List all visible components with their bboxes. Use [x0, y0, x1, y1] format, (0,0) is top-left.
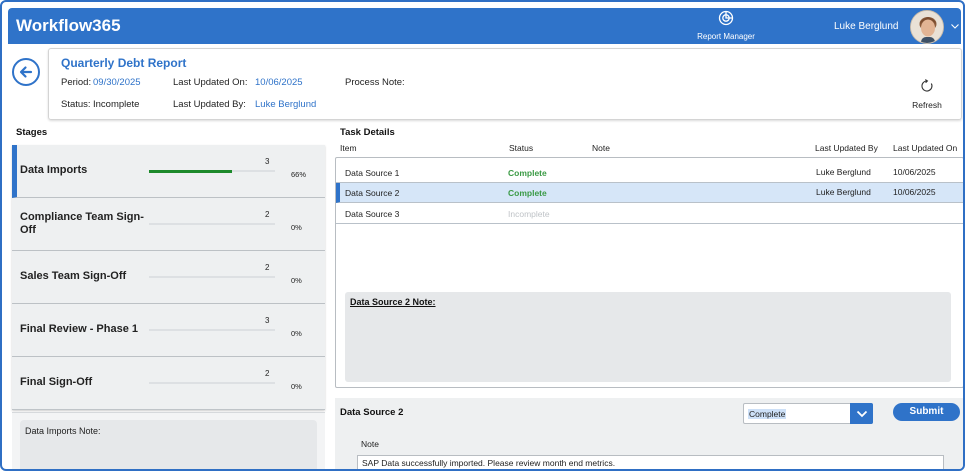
stage-final-review-phase-1[interactable]: Final Review - Phase 1 3 0%	[12, 304, 325, 357]
column-header-status: Status	[509, 143, 534, 153]
chevron-down-icon	[856, 410, 867, 417]
stage-percent: 0%	[291, 223, 302, 232]
top-bar: Workflow365 Report Manager Luke Berglund	[8, 8, 961, 44]
report-manager-icon	[718, 10, 734, 26]
last-updated-on-value: 10/06/2025	[255, 77, 303, 88]
report-header-card: Quarterly Debt Report Period: 09/30/2025…	[48, 48, 962, 120]
status-dropdown[interactable]: Complete	[743, 403, 873, 424]
stage-progress-bar	[149, 329, 275, 331]
table-row[interactable]: Data Source 1 Complete Luke Berglund 10/…	[336, 163, 963, 183]
form-title: Data Source 2	[340, 407, 404, 418]
task-item: Data Source 3	[345, 209, 400, 219]
dropdown-toggle[interactable]	[850, 403, 873, 424]
stage-progress-bar	[149, 276, 275, 278]
stage-name: Final Sign-Off	[20, 376, 93, 388]
app-title: Workflow365	[16, 16, 121, 35]
column-header-last-updated-by: Last Updated By	[815, 143, 878, 153]
avatar-image	[911, 11, 943, 43]
column-header-last-updated-on: Last Updated On	[893, 143, 958, 153]
task-details-title: Task Details	[340, 127, 395, 138]
stages-title: Stages	[16, 127, 48, 138]
stage-count: 3	[265, 316, 270, 325]
task-status: Incomplete	[508, 209, 550, 219]
stage-final-sign-off[interactable]: Final Sign-Off 2 0%	[12, 357, 325, 410]
stage-progress-fill	[149, 170, 233, 173]
report-manager-button[interactable]: Report Manager	[694, 10, 758, 41]
stage-note-field[interactable]: Data Imports Note:	[20, 420, 317, 469]
status-label: Status:	[61, 99, 91, 110]
stage-compliance-team-sign-off[interactable]: Compliance Team Sign-Off 2 0%	[12, 198, 325, 251]
app-window: Workflow365 Report Manager Luke Berglund	[0, 0, 965, 471]
task-last-updated-on: 10/06/2025	[893, 167, 936, 177]
last-updated-by-label: Last Updated By:	[173, 99, 246, 110]
stage-percent: 66%	[291, 170, 307, 179]
note-input[interactable]	[357, 455, 944, 469]
stage-name: Sales Team Sign-Off	[20, 270, 127, 282]
stage-sales-team-sign-off[interactable]: Sales Team Sign-Off 2 0%	[12, 251, 325, 304]
submit-button[interactable]: Submit	[893, 403, 960, 421]
task-update-form: Data Source 2 Complete Submit Note	[335, 398, 963, 469]
task-last-updated-by: Luke Berglund	[816, 167, 871, 177]
stage-progress-bar	[149, 170, 275, 173]
stage-note-panel: Data Imports Note:	[12, 412, 325, 469]
task-item: Data Source 1	[345, 168, 400, 178]
refresh-icon	[921, 79, 933, 92]
stage-count: 2	[265, 263, 270, 272]
refresh-button[interactable]: Refresh	[911, 79, 943, 110]
task-last-updated-on: 10/06/2025	[893, 187, 936, 197]
stage-name: Compliance Team Sign-Off	[20, 211, 144, 236]
report-manager-label: Report Manager	[697, 32, 755, 41]
column-header-item: Item	[340, 143, 357, 153]
stages-list: Data Imports 3 66% Compliance Team Sign-…	[12, 142, 325, 412]
task-last-updated-by: Luke Berglund	[816, 187, 871, 197]
avatar[interactable]	[910, 10, 944, 44]
last-updated-on-label: Last Updated On:	[173, 77, 248, 88]
column-header-note: Note	[592, 143, 610, 153]
arrow-left-icon	[19, 66, 33, 78]
stage-data-imports[interactable]: Data Imports 3 66%	[12, 145, 325, 198]
stage-progress-bar	[149, 223, 275, 225]
task-status: Complete	[508, 188, 547, 198]
report-title: Quarterly Debt Report	[61, 56, 187, 70]
status-dropdown-value: Complete	[748, 409, 787, 419]
stage-percent: 0%	[291, 329, 302, 338]
stage-name: Final Review - Phase 1	[20, 323, 138, 335]
status-value: Incomplete	[93, 99, 140, 110]
task-table-header: Item Status Note Last Updated By Last Up…	[340, 143, 962, 157]
chevron-down-icon[interactable]	[950, 21, 960, 31]
stage-percent: 0%	[291, 382, 302, 391]
stage-count: 3	[265, 157, 270, 166]
stage-count: 2	[265, 369, 270, 378]
task-note-title: Data Source 2 Note:	[350, 297, 436, 307]
table-row[interactable]: Data Source 2 Complete Luke Berglund 10/…	[336, 183, 963, 203]
task-status: Complete	[508, 168, 547, 178]
user-name: Luke Berglund	[834, 21, 899, 32]
task-table: Data Source 1 Complete Luke Berglund 10/…	[335, 157, 963, 388]
note-label: Note	[361, 439, 379, 449]
refresh-label: Refresh	[912, 100, 942, 110]
stage-name: Data Imports	[20, 164, 88, 176]
back-button[interactable]	[12, 58, 40, 86]
period-label: Period:	[61, 77, 92, 88]
stage-count: 2	[265, 210, 270, 219]
task-item: Data Source 2	[345, 188, 400, 198]
stage-percent: 0%	[291, 276, 302, 285]
stage-note-label: Data Imports Note:	[25, 426, 101, 436]
task-note-field[interactable]: Data Source 2 Note:	[345, 292, 951, 382]
stage-progress-bar	[149, 382, 275, 384]
period-value: 09/30/2025	[93, 77, 141, 88]
process-note-label: Process Note:	[345, 77, 405, 88]
table-row[interactable]: Data Source 3 Incomplete	[336, 204, 963, 224]
last-updated-by-value: Luke Berglund	[255, 99, 317, 110]
